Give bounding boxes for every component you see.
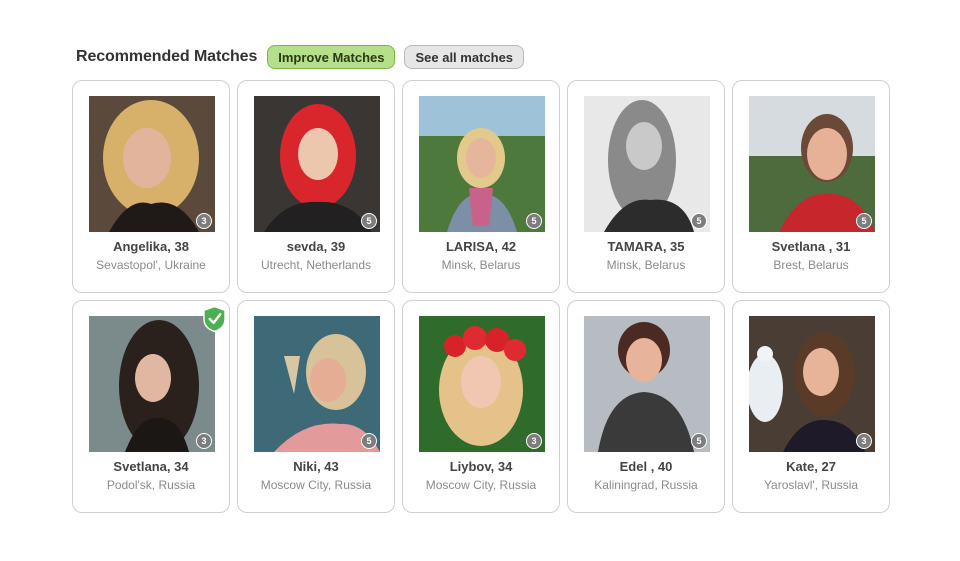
match-card[interactable]: 3 Kate, 27 Yaroslavl', Russia [732, 300, 890, 513]
match-name-age[interactable]: Svetlana, 34 [73, 459, 229, 474]
matches-row: 3 Svetlana, 34 Podol'sk, Russia 5 Niki, … [72, 300, 892, 513]
match-name-age[interactable]: Liybov, 34 [403, 459, 559, 474]
portrait-icon [584, 316, 710, 452]
profile-photo[interactable]: 3 [419, 316, 545, 452]
photo-count-badge: 3 [526, 433, 542, 449]
match-card[interactable]: 5 sevda, 39 Utrecht, Netherlands [237, 80, 395, 293]
match-location: Sevastopol', Ukraine [96, 258, 206, 272]
match-card[interactable]: 5 Edel , 40 Kaliningrad, Russia [567, 300, 725, 513]
photo-count-badge: 5 [691, 213, 707, 229]
portrait-icon [584, 96, 710, 232]
portrait-icon [749, 96, 875, 232]
photo-count-badge: 3 [196, 433, 212, 449]
match-name-age[interactable]: LARISA, 42 [403, 239, 559, 254]
see-all-matches-button[interactable]: See all matches [404, 45, 525, 69]
match-location: Utrecht, Netherlands [260, 258, 372, 272]
match-card[interactable]: 3 Svetlana, 34 Podol'sk, Russia [72, 300, 230, 513]
match-name-age[interactable]: Angelika, 38 [73, 239, 229, 254]
portrait-icon [89, 316, 215, 452]
photo-count-badge: 5 [691, 433, 707, 449]
profile-photo[interactable]: 5 [419, 96, 545, 232]
profile-photo[interactable]: 5 [254, 96, 380, 232]
portrait-icon [254, 96, 380, 232]
match-name-age[interactable]: Svetlana , 31 [733, 239, 889, 254]
match-location: Moscow City, Russia [260, 478, 372, 492]
match-card[interactable]: 3 Liybov, 34 Moscow City, Russia [402, 300, 560, 513]
match-card[interactable]: 5 Niki, 43 Moscow City, Russia [237, 300, 395, 513]
match-location: Moscow City, Russia [425, 478, 537, 492]
match-location: Yaroslavl', Russia [763, 478, 859, 492]
profile-photo[interactable]: 5 [584, 96, 710, 232]
match-card[interactable]: 3 Angelika, 38 Sevastopol', Ukraine [72, 80, 230, 293]
photo-count-badge: 3 [856, 433, 872, 449]
match-name-age[interactable]: Kate, 27 [733, 459, 889, 474]
photo-count-badge: 5 [361, 213, 377, 229]
portrait-icon [749, 316, 875, 452]
profile-photo[interactable]: 5 [584, 316, 710, 452]
profile-photo[interactable]: 5 [749, 96, 875, 232]
portrait-icon [419, 316, 545, 452]
photo-count-badge: 5 [361, 433, 377, 449]
match-name-age[interactable]: Niki, 43 [238, 459, 394, 474]
profile-photo[interactable]: 5 [254, 316, 380, 452]
portrait-icon [89, 96, 215, 232]
match-location: Minsk, Belarus [606, 258, 686, 272]
match-location: Minsk, Belarus [441, 258, 521, 272]
match-location: Podol'sk, Russia [106, 478, 196, 492]
matches-row: 3 Angelika, 38 Sevastopol', Ukraine 5 se… [72, 80, 892, 293]
portrait-icon [419, 96, 545, 232]
improve-matches-button[interactable]: Improve Matches [267, 45, 396, 69]
match-card[interactable]: 5 TAMARA, 35 Minsk, Belarus [567, 80, 725, 293]
match-location: Kaliningrad, Russia [594, 478, 698, 492]
photo-count-badge: 5 [526, 213, 542, 229]
profile-photo[interactable]: 3 [749, 316, 875, 452]
profile-photo[interactable]: 3 [89, 96, 215, 232]
photo-count-badge: 3 [196, 213, 212, 229]
portrait-icon [254, 316, 380, 452]
photo-count-badge: 5 [856, 213, 872, 229]
section-title: Recommended Matches [76, 48, 258, 65]
match-location: Brest, Belarus [773, 258, 849, 272]
match-card[interactable]: 5 Svetlana , 31 Brest, Belarus [732, 80, 890, 293]
match-name-age[interactable]: Edel , 40 [568, 459, 724, 474]
match-card[interactable]: 5 LARISA, 42 Minsk, Belarus [402, 80, 560, 293]
match-name-age[interactable]: sevda, 39 [238, 239, 394, 254]
verified-shield-icon [203, 305, 226, 333]
matches-grid: 3 Angelika, 38 Sevastopol', Ukraine 5 se… [72, 80, 892, 520]
match-name-age[interactable]: TAMARA, 35 [568, 239, 724, 254]
recommended-header: Recommended Matches Improve Matches See … [76, 43, 533, 71]
profile-photo[interactable]: 3 [89, 316, 215, 452]
